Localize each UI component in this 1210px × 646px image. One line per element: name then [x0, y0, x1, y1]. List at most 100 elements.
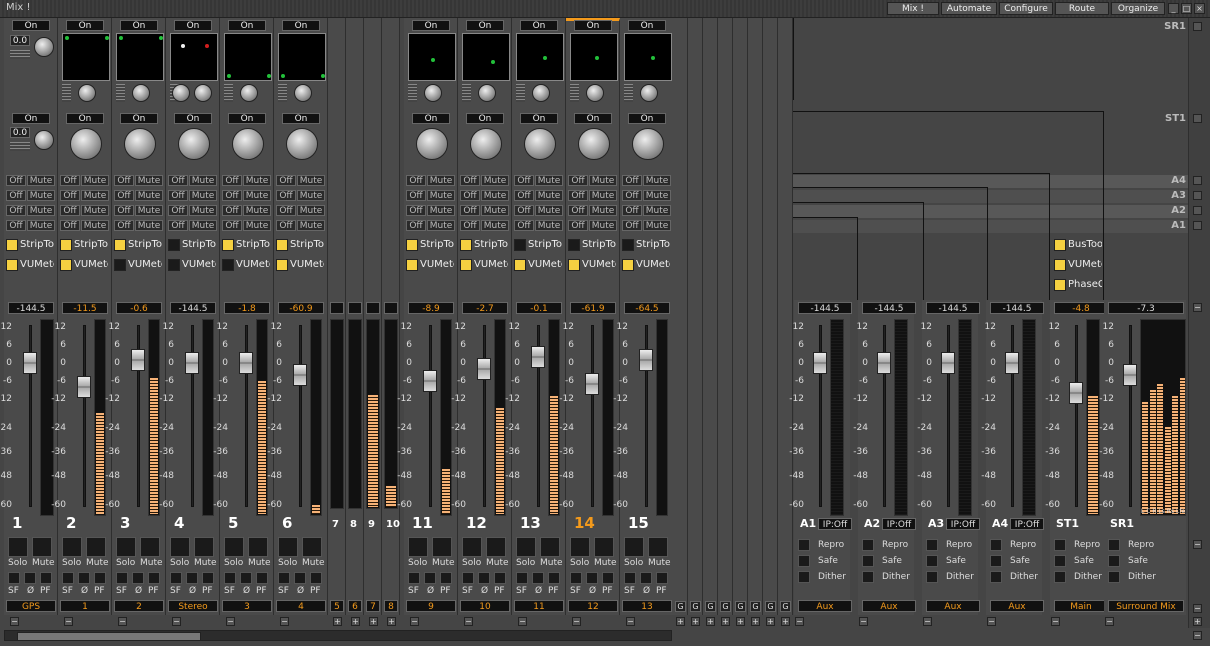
send-mute-button[interactable]: Mute [81, 190, 109, 201]
pan-position-dot[interactable] [119, 36, 123, 40]
sf-toggle[interactable] [408, 572, 420, 584]
plugin-vu-label[interactable]: VUMete [74, 259, 108, 270]
sf-toggle[interactable] [62, 572, 74, 584]
width-slider[interactable] [570, 84, 579, 102]
plugin-strip-toggle[interactable] [6, 239, 18, 251]
minimize-icon[interactable]: _ [1168, 3, 1179, 14]
send-on-toggle[interactable]: On [282, 113, 320, 124]
repro-button[interactable] [1108, 539, 1120, 551]
collapse-strip-button[interactable]: − [572, 617, 581, 626]
plugin-vu-toggle[interactable] [460, 259, 472, 271]
send-mute-button[interactable]: Mute [297, 220, 325, 231]
phase-toggle[interactable] [294, 572, 306, 584]
send-mute-button[interactable]: Mute [535, 175, 563, 186]
send-mute-button[interactable]: Mute [297, 175, 325, 186]
surround-panner[interactable] [278, 33, 326, 81]
tab-mix[interactable]: Mix ! [887, 2, 939, 15]
main-plugin-label[interactable]: VUMete [1068, 259, 1102, 270]
panel-toggle-button[interactable]: − [1193, 540, 1202, 549]
phase-toggle[interactable] [78, 572, 90, 584]
send-mute-button[interactable]: Mute [481, 190, 509, 201]
width-slider[interactable] [516, 84, 525, 102]
collapse-strip-button[interactable]: − [626, 617, 635, 626]
send-level-knob[interactable] [524, 128, 556, 160]
pan-position-dot[interactable] [281, 74, 285, 78]
main-plugin-label[interactable]: BusToo [1068, 239, 1102, 250]
sf-toggle[interactable] [116, 572, 128, 584]
channel-fader[interactable] [585, 373, 599, 395]
send-level-knob[interactable] [632, 128, 664, 160]
channel-name[interactable]: GPS [6, 600, 56, 612]
plugin-vu-label[interactable]: VUMete [128, 259, 162, 270]
plugin-vu-label[interactable]: VUMete [474, 259, 508, 270]
group-tag[interactable]: G [750, 601, 761, 612]
solo-button[interactable] [224, 537, 244, 557]
divergence-knob[interactable] [532, 84, 550, 102]
channel-fader[interactable] [185, 352, 199, 374]
mute-button[interactable] [594, 537, 614, 557]
pf-toggle[interactable] [548, 572, 560, 584]
send-mute-button[interactable]: Mute [189, 205, 217, 216]
send-off-button[interactable]: Off [622, 190, 642, 201]
channel-fader[interactable] [239, 352, 253, 374]
pan-position-dot[interactable] [227, 74, 231, 78]
ip-off-toggle[interactable]: IP:Off [1010, 518, 1044, 530]
collapse-bus-button[interactable]: − [859, 617, 868, 626]
send-off-button[interactable]: Off [406, 220, 426, 231]
send-off-button[interactable]: Off [168, 205, 188, 216]
send-level-knob[interactable] [578, 128, 610, 160]
send-mute-button[interactable]: Mute [135, 205, 163, 216]
safe-button[interactable] [1108, 555, 1120, 567]
sf-toggle[interactable] [516, 572, 528, 584]
surround-panner[interactable] [62, 33, 110, 81]
send-off-button[interactable]: Off [568, 175, 588, 186]
expand-strip-button[interactable]: + [766, 617, 775, 626]
solo-button[interactable] [570, 537, 590, 557]
send-off-button[interactable]: Off [406, 205, 426, 216]
phase-toggle[interactable] [478, 572, 490, 584]
send-off-button[interactable]: Off [276, 190, 296, 201]
collapse-strip-button[interactable]: − [64, 617, 73, 626]
horizontal-scrollbar[interactable] [4, 630, 672, 641]
pf-toggle[interactable] [202, 572, 214, 584]
send-off-button[interactable]: Off [460, 190, 480, 201]
send-off-button[interactable]: Off [406, 190, 426, 201]
mute-button[interactable] [194, 537, 214, 557]
plugin-strip-label[interactable]: StripTo [582, 239, 616, 250]
send-off-button[interactable]: Off [60, 220, 80, 231]
pf-toggle[interactable] [148, 572, 160, 584]
pan-position-dot[interactable] [595, 56, 599, 60]
width-slider[interactable] [116, 84, 125, 102]
send-off-button[interactable]: Off [514, 175, 534, 186]
sf-toggle[interactable] [224, 572, 236, 584]
safe-button[interactable] [926, 555, 938, 567]
plugin-vu-toggle[interactable] [276, 259, 288, 271]
send-mute-button[interactable]: Mute [427, 205, 455, 216]
send-off-button[interactable]: Off [222, 205, 242, 216]
pf-toggle[interactable] [310, 572, 322, 584]
phase-toggle[interactable] [532, 572, 544, 584]
channel-name[interactable]: 6 [348, 600, 362, 612]
send-off-button[interactable]: Off [276, 220, 296, 231]
dither-button[interactable] [926, 571, 938, 583]
collapse-strip-button[interactable]: − [10, 617, 19, 626]
mute-button[interactable] [486, 537, 506, 557]
bus-band-toggle[interactable] [1193, 206, 1202, 215]
solo-button[interactable] [516, 537, 536, 557]
send-mute-button[interactable]: Mute [481, 205, 509, 216]
send-off-button[interactable]: Off [222, 175, 242, 186]
send-mute-button[interactable]: Mute [589, 175, 617, 186]
pf-toggle[interactable] [40, 572, 52, 584]
send-off-button[interactable]: Off [6, 205, 26, 216]
mute-button[interactable] [302, 537, 322, 557]
tab-automate[interactable]: Automate [941, 2, 997, 15]
send-mute-button[interactable]: Mute [189, 190, 217, 201]
divergence-knob[interactable] [132, 84, 150, 102]
send-mute-button[interactable]: Mute [481, 175, 509, 186]
pf-toggle[interactable] [256, 572, 268, 584]
send-slider[interactable] [10, 142, 30, 151]
repro-button[interactable] [798, 539, 810, 551]
divergence-knob[interactable] [478, 84, 496, 102]
send-mute-button[interactable]: Mute [81, 175, 109, 186]
phase-toggle[interactable] [24, 572, 36, 584]
